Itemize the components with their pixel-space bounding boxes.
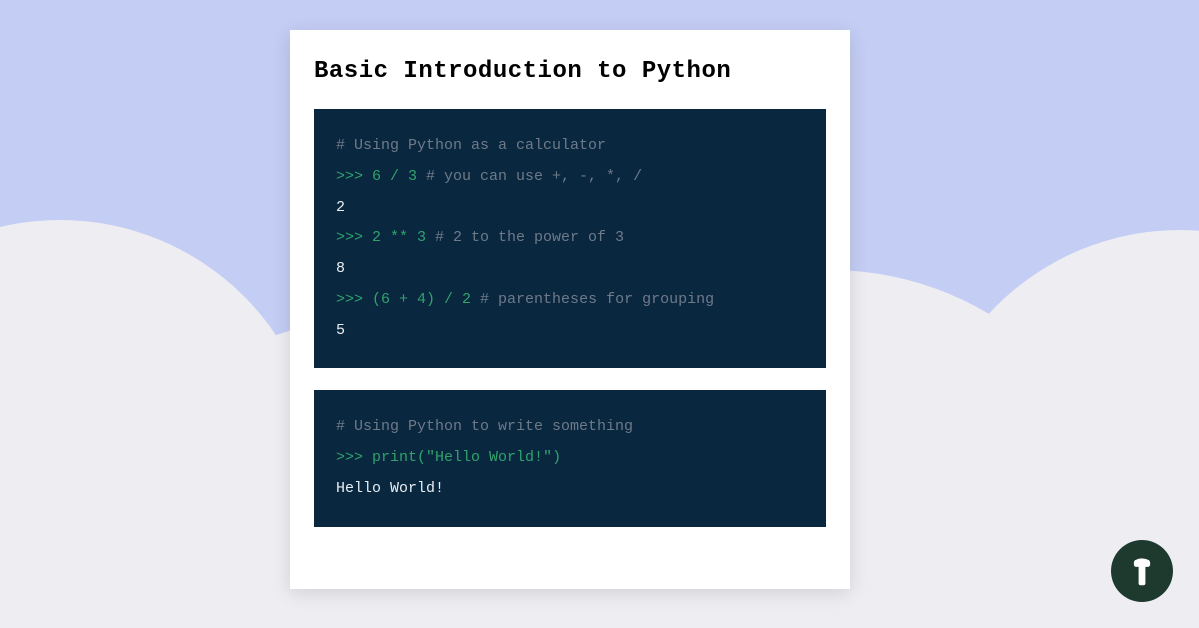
code-expression: (6 + 4) / 2 — [372, 291, 480, 308]
code-expression: ) — [552, 449, 561, 466]
code-comment: # 2 to the power of 3 — [435, 229, 624, 246]
code-prompt: >>> — [336, 449, 372, 466]
code-prompt: >>> — [336, 168, 372, 185]
brand-badge — [1111, 540, 1173, 602]
code-expression: 2 ** 3 — [372, 229, 435, 246]
code-comment: # parentheses for grouping — [480, 291, 714, 308]
code-comment: # Using Python to write something — [336, 418, 633, 435]
code-output: 8 — [336, 260, 345, 277]
code-output: 2 — [336, 199, 345, 216]
code-string: "Hello World!" — [426, 449, 552, 466]
code-comment: # Using Python as a calculator — [336, 137, 606, 154]
code-output: Hello World! — [336, 480, 444, 497]
code-prompt: >>> — [336, 291, 372, 308]
code-expression: 6 / 3 — [372, 168, 426, 185]
code-block-calculator: # Using Python as a calculator >>> 6 / 3… — [314, 109, 826, 368]
document-page: Basic Introduction to Python # Using Pyt… — [290, 30, 850, 589]
code-expression: print( — [372, 449, 426, 466]
brand-logo-icon — [1125, 554, 1159, 588]
code-comment: # you can use +, -, *, / — [426, 168, 642, 185]
code-prompt: >>> — [336, 229, 372, 246]
code-block-print: # Using Python to write something >>> pr… — [314, 390, 826, 526]
page-title: Basic Introduction to Python — [314, 58, 826, 85]
code-output: 5 — [336, 322, 345, 339]
